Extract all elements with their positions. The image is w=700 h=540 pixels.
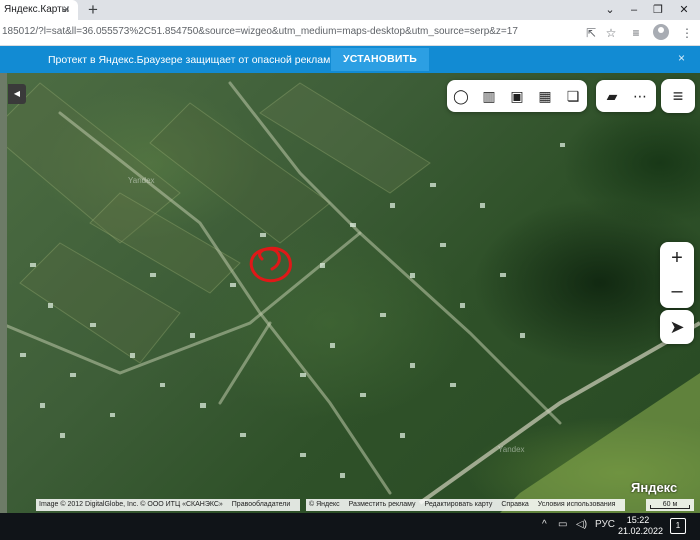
promo-text: Протект в Яндекс.Браузере защищает от оп… bbox=[48, 54, 338, 66]
scale-label: 60 м bbox=[662, 501, 678, 508]
reading-list-icon[interactable]: ≡ bbox=[627, 24, 645, 42]
more-icon[interactable]: ⋯ bbox=[628, 84, 652, 108]
rights-holders-link[interactable]: Правообладатели bbox=[232, 501, 291, 508]
install-button[interactable]: УСТАНОВИТЬ bbox=[331, 48, 429, 71]
traffic-icon[interactable]: ❏ bbox=[561, 84, 585, 108]
map-footer-links: © Яндекс Разместить рекламу Редактироват… bbox=[306, 499, 626, 511]
volume-icon[interactable]: ◁) bbox=[576, 519, 587, 530]
imagery-credit: Image © 2012 DigitalGlobe, Inc. © ООО ИТ… bbox=[39, 501, 223, 508]
new-tab-button[interactable]: + bbox=[88, 0, 98, 19]
system-clock[interactable]: 15:22 21.02.2022 bbox=[618, 515, 664, 537]
terms-link[interactable]: Условия использования bbox=[538, 501, 616, 508]
screen: Яндекс.Карты × + ⌄ – ❐ ✕ 185012/?l=sat&l… bbox=[0, 0, 700, 540]
transport-icon[interactable]: ▦ bbox=[533, 84, 557, 108]
scale-bar: 60 м bbox=[646, 499, 694, 511]
clock-time: 15:22 bbox=[626, 515, 650, 525]
browser-menu-icon[interactable]: ⋮ bbox=[678, 24, 696, 42]
bookmark-star-icon[interactable]: ☆ bbox=[602, 24, 620, 42]
promo-banner: Протект в Яндекс.Браузере защищает от оп… bbox=[0, 46, 700, 73]
language-indicator[interactable]: РУС bbox=[595, 519, 615, 530]
map-left-edge bbox=[0, 73, 7, 513]
advertise-link[interactable]: Разместить рекламу bbox=[349, 501, 416, 508]
close-window-button[interactable]: ✕ bbox=[672, 2, 696, 18]
map-layers-toolbar: ◯ ▥ ▣ ▦ ❏ bbox=[447, 80, 587, 112]
menu-icon[interactable]: ≡ bbox=[661, 79, 695, 113]
yandex-watermark: Yandex bbox=[498, 445, 525, 454]
panorama-icon[interactable]: ▥ bbox=[477, 84, 501, 108]
help-link[interactable]: Справка bbox=[501, 501, 528, 508]
satellite-map[interactable]: Yandex Yandex bbox=[0, 73, 700, 513]
restore-button[interactable]: ❐ bbox=[646, 2, 670, 18]
yandex-copyright: © Яндекс bbox=[309, 501, 340, 508]
notifications-icon[interactable]: 1 bbox=[670, 518, 686, 534]
collapse-panel-icon[interactable]: ◀ bbox=[8, 84, 26, 104]
map-imagery bbox=[0, 81, 700, 513]
layers-icon[interactable]: ◯ bbox=[449, 84, 473, 108]
clock-date: 21.02.2022 bbox=[618, 526, 664, 536]
yandex-watermark: Yandex bbox=[128, 176, 155, 185]
tab-strip: Яндекс.Карты × + ⌄ – ❐ ✕ bbox=[0, 0, 700, 20]
browser-tab[interactable]: Яндекс.Карты × bbox=[0, 0, 78, 20]
url-field[interactable]: 185012/?l=sat&ll=36.055573%2C51.854750&s… bbox=[2, 26, 572, 37]
ruler-icon[interactable]: ▰ bbox=[600, 84, 624, 108]
tab-search-icon[interactable]: ⌄ bbox=[598, 2, 622, 18]
imagery-copyright: Image © 2012 DigitalGlobe, Inc. © ООО ИТ… bbox=[36, 499, 301, 511]
profile-avatar-icon[interactable] bbox=[653, 24, 669, 40]
tab-close-icon[interactable]: × bbox=[63, 2, 70, 16]
zoom-control: + – bbox=[660, 242, 694, 308]
promo-close-icon[interactable]: × bbox=[678, 51, 685, 65]
tray-chevron-icon[interactable]: ^ bbox=[542, 519, 547, 530]
map-tools-toolbar: ▰ ⋯ bbox=[596, 80, 656, 112]
network-icon[interactable]: ▭ bbox=[558, 519, 567, 530]
minimize-button[interactable]: – bbox=[622, 2, 646, 18]
red-circle-annotation bbox=[249, 246, 292, 283]
tab-title: Яндекс.Карты bbox=[4, 4, 69, 15]
photo-icon[interactable]: ▣ bbox=[505, 84, 529, 108]
windows-taskbar: ^ ▭ ◁) РУС 15:22 21.02.2022 1 bbox=[0, 513, 700, 540]
zoom-out-button[interactable]: – bbox=[660, 275, 694, 308]
geolocation-icon[interactable]: ➤ bbox=[660, 310, 694, 344]
edit-map-link[interactable]: Редактировать карту bbox=[424, 501, 492, 508]
yandex-logo[interactable]: Яндекс bbox=[631, 480, 677, 495]
share-icon[interactable]: ⇱ bbox=[582, 24, 600, 42]
address-bar: 185012/?l=sat&ll=36.055573%2C51.854750&s… bbox=[0, 20, 700, 46]
zoom-in-button[interactable]: + bbox=[660, 242, 694, 275]
